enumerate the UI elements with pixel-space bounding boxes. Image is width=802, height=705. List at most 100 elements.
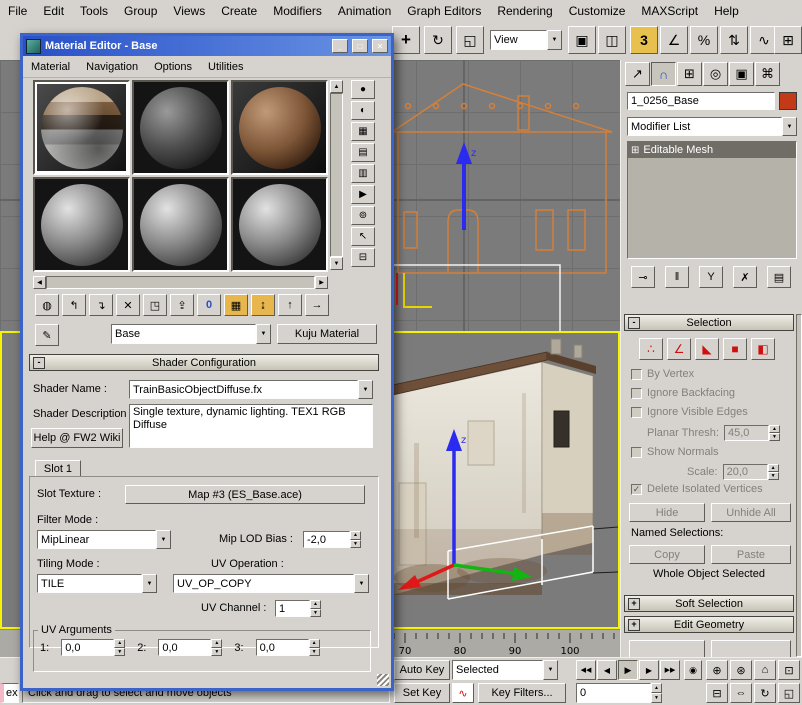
by-vertex-checkbox[interactable] xyxy=(631,369,642,380)
chevron-down-icon[interactable]: ▼ xyxy=(156,530,171,549)
key-filter-curve-icon[interactable]: ∿ xyxy=(452,683,474,703)
scroll-right-icon[interactable]: ▶ xyxy=(315,276,328,289)
material-options-icon[interactable]: ⊚ xyxy=(351,206,375,225)
slot-tab[interactable]: Slot 1 xyxy=(35,460,81,477)
go-to-start-icon[interactable]: ◀◀ xyxy=(576,660,596,680)
scroll-up-icon[interactable]: ▲ xyxy=(330,80,343,93)
video-color-check-icon[interactable]: ▥ xyxy=(351,164,375,183)
expand-icon[interactable]: + xyxy=(628,598,640,610)
spin-down-icon[interactable]: ▼ xyxy=(310,609,321,618)
menu-modifiers[interactable]: Modifiers xyxy=(265,2,330,20)
material-sample-slot[interactable] xyxy=(132,80,229,175)
material-sample-slot[interactable] xyxy=(33,177,130,272)
material-sample-slot[interactable] xyxy=(231,177,328,272)
uv-arg3-spinner[interactable]: 0,0 ▲▼ xyxy=(256,639,320,656)
zoom-all-icon[interactable]: ⊛ xyxy=(730,660,752,680)
spin-up-icon[interactable]: ▲ xyxy=(651,683,662,693)
tab-hierarchy-icon[interactable]: ⊞ xyxy=(677,62,702,86)
ignore-backfacing-checkbox[interactable] xyxy=(631,388,642,399)
chevron-down-icon[interactable]: ▼ xyxy=(782,117,797,136)
rollout-edit-geometry[interactable]: + Edit Geometry xyxy=(624,616,794,633)
spin-down-icon[interactable]: ▼ xyxy=(211,648,222,657)
subobject-edge-icon[interactable]: ∠ xyxy=(667,338,691,360)
menu-tools[interactable]: Tools xyxy=(72,2,116,20)
tab-modify-icon[interactable]: ∩ xyxy=(651,62,676,86)
menu-customize[interactable]: Customize xyxy=(561,2,634,20)
sample-vertical-scrollbar[interactable]: ▲ ▼ xyxy=(330,80,343,272)
scroll-left-icon[interactable]: ◀ xyxy=(33,276,46,289)
subobject-element-icon[interactable]: ◧ xyxy=(751,338,775,360)
zoom-extents-all-icon[interactable]: ⊡ xyxy=(778,660,800,680)
sample-type-icon[interactable]: ● xyxy=(351,80,375,99)
uv-operation-dropdown[interactable]: UV_OP_COPY ▼ xyxy=(173,574,369,593)
menu-file[interactable]: File xyxy=(0,2,35,20)
filter-mode-dropdown[interactable]: MipLinear ▼ xyxy=(37,530,171,549)
spin-up-icon[interactable]: ▲ xyxy=(769,425,780,433)
menu-edit[interactable]: Edit xyxy=(35,2,72,20)
selection-filter-dropdown[interactable]: Selected ▼ xyxy=(452,660,558,680)
configure-modifier-sets-icon[interactable]: ▤ xyxy=(767,266,791,288)
unhide-all-button[interactable]: Unhide All xyxy=(711,503,791,522)
scroll-down-icon[interactable]: ▼ xyxy=(330,257,343,270)
sample-horizontal-scrollbar[interactable]: ◀ ▶ xyxy=(33,276,328,289)
spin-down-icon[interactable]: ▼ xyxy=(350,540,361,549)
go-to-parent-icon[interactable]: ↑ xyxy=(278,294,302,316)
reset-material-icon[interactable]: ✕ xyxy=(116,294,140,316)
object-color-swatch[interactable] xyxy=(779,92,797,110)
menu-help[interactable]: Help xyxy=(706,2,747,20)
modifier-stack[interactable]: ⊞ Editable Mesh xyxy=(627,141,797,259)
material-id-channel-icon[interactable]: 0 xyxy=(197,294,221,316)
restore-icon[interactable]: □ xyxy=(352,39,368,53)
reference-coordinate-dropdown[interactable]: View ▼ xyxy=(490,30,562,50)
material-map-navigator-icon[interactable]: ⊟ xyxy=(351,248,375,267)
use-center-icon[interactable]: ▣ xyxy=(568,26,596,54)
move-gizmo-z[interactable]: z xyxy=(456,142,476,230)
rollout-selection[interactable]: - Selection xyxy=(624,314,794,331)
material-name-dropdown[interactable]: Base ▼ xyxy=(111,324,271,344)
show-normals-checkbox[interactable] xyxy=(631,447,642,458)
material-sample-slot[interactable] xyxy=(231,80,328,175)
material-type-button[interactable]: Kuju Material xyxy=(277,324,377,344)
uv-arg2-spinner[interactable]: 0,0 ▲▼ xyxy=(158,639,222,656)
help-fw2-wiki-button[interactable]: Help @ FW2 Wiki xyxy=(31,428,123,448)
building-model[interactable] xyxy=(388,339,596,595)
spin-down-icon[interactable]: ▼ xyxy=(114,648,125,657)
pick-material-eyedropper-icon[interactable]: ✎ xyxy=(35,324,59,346)
stack-item-editable-mesh[interactable]: ⊞ Editable Mesh xyxy=(628,142,796,158)
shader-name-dropdown[interactable]: TrainBasicObjectDiffuse.fx ▼ xyxy=(129,380,373,399)
zoom-region-icon[interactable]: ⊟ xyxy=(706,683,728,703)
menu-animation[interactable]: Animation xyxy=(330,2,399,20)
move-tool-icon[interactable]: + xyxy=(392,26,420,54)
ignore-visible-edges-checkbox[interactable] xyxy=(631,407,642,418)
pin-stack-icon[interactable]: ⊸ xyxy=(631,266,655,288)
spin-up-icon[interactable]: ▲ xyxy=(310,600,321,609)
make-unique-material-icon[interactable]: ◳ xyxy=(143,294,167,316)
close-icon[interactable]: ✕ xyxy=(372,39,388,53)
subobject-face-icon[interactable]: ◣ xyxy=(695,338,719,360)
partial-button[interactable] xyxy=(629,640,705,657)
play-button-icon[interactable]: ▶ xyxy=(618,660,638,680)
key-mode-toggle-icon[interactable]: ◉ xyxy=(684,660,702,680)
next-frame-icon[interactable]: ▶ xyxy=(639,660,659,680)
spin-down-icon[interactable]: ▼ xyxy=(769,433,780,441)
make-preview-icon[interactable]: ▶ xyxy=(351,185,375,204)
previous-frame-icon[interactable]: ◀ xyxy=(597,660,617,680)
tab-utilities-icon[interactable]: ⌘ xyxy=(755,62,780,86)
scale-spinner[interactable]: 20,0 ▲▼ xyxy=(723,464,779,480)
put-material-icon[interactable]: ↰ xyxy=(62,294,86,316)
partial-button[interactable] xyxy=(711,640,791,657)
key-filters-button[interactable]: Key Filters... xyxy=(478,683,566,703)
hide-button[interactable]: Hide xyxy=(629,503,705,522)
menu-navigation[interactable]: Navigation xyxy=(78,59,146,75)
spin-down-icon[interactable]: ▼ xyxy=(768,472,779,480)
spin-up-icon[interactable]: ▲ xyxy=(309,639,320,648)
show-map-in-viewport-icon[interactable]: ▦ xyxy=(224,294,248,316)
pan-icon[interactable]: ⇔ xyxy=(730,683,752,703)
menu-utilities[interactable]: Utilities xyxy=(200,59,251,75)
uv-arg1-spinner[interactable]: 0,0 ▲▼ xyxy=(61,639,125,656)
minimize-icon[interactable]: _ xyxy=(332,39,348,53)
slot-texture-button[interactable]: Map #3 (ES_Base.ace) xyxy=(125,485,365,504)
uv-channel-spinner[interactable]: 1 ▲▼ xyxy=(275,600,321,617)
chevron-down-icon[interactable]: ▼ xyxy=(358,380,373,399)
shader-description-box[interactable]: Single texture, dynamic lighting. TEX1 R… xyxy=(129,404,373,448)
